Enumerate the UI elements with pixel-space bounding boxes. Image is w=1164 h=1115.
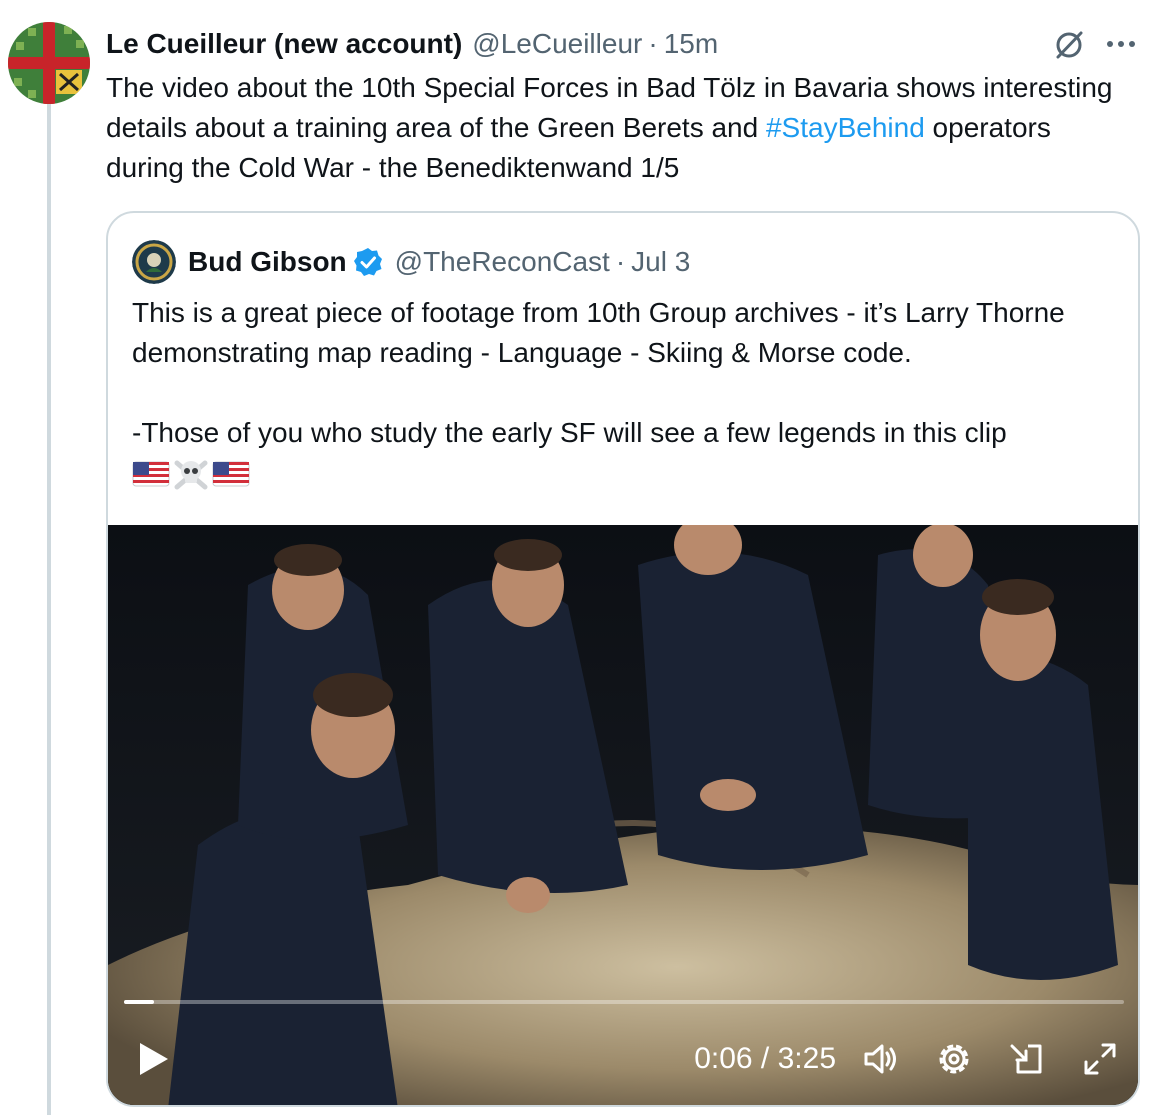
video-time-readout: 0:06 / 3:25 (694, 1037, 836, 1081)
pip-icon[interactable] (1006, 1039, 1046, 1079)
quote-author-name[interactable]: Bud Gibson (188, 246, 347, 278)
video-player[interactable]: 0:06 / 3:25 (108, 525, 1138, 1105)
play-icon[interactable] (130, 1037, 174, 1081)
quote-separator-dot: · (615, 246, 626, 277)
video-progress-bar[interactable] (124, 1000, 1124, 1004)
author-name[interactable]: Le Cueilleur (new account) (106, 28, 462, 60)
hashtag-link[interactable]: #StayBehind (766, 112, 925, 143)
author-handle[interactable]: @LeCueilleur (472, 28, 642, 60)
more-icon[interactable] (1104, 32, 1138, 56)
skull-crossbones-icon (174, 460, 208, 490)
separator-dot: · (648, 28, 658, 59)
settings-icon[interactable] (934, 1039, 974, 1079)
grok-icon[interactable] (1052, 28, 1086, 62)
author-avatar[interactable] (8, 22, 90, 104)
quote-header: Bud Gibson @TheReconCast · Jul 3 (132, 240, 690, 284)
video-progress-fill (124, 1000, 154, 1004)
tweet-text: The video about the 10th Special Forces … (106, 68, 1136, 188)
video-frame (108, 525, 1138, 1105)
volume-icon[interactable] (860, 1039, 900, 1079)
quote-author-avatar[interactable] (132, 240, 176, 284)
quoted-tweet[interactable]: Bud Gibson @TheReconCast · Jul 3 This is… (106, 211, 1140, 1107)
current-time: 0:06 (694, 1042, 753, 1075)
quote-author-handle[interactable]: @TheReconCast (395, 246, 610, 278)
emoji-row (132, 457, 250, 491)
duration: 3:25 (777, 1042, 836, 1075)
verified-badge-icon (353, 248, 382, 276)
quote-text: This is a great piece of footage from 10… (132, 297, 1065, 448)
fullscreen-icon[interactable] (1080, 1039, 1120, 1079)
us-flag-icon (212, 461, 250, 487)
thread-line (47, 104, 51, 1115)
time-separator: / (752, 1042, 778, 1075)
quote-timestamp[interactable]: Jul 3 (631, 246, 690, 278)
us-flag-icon (132, 461, 170, 487)
tweet-header: Le Cueilleur (new account) @LeCueilleur … (106, 26, 718, 62)
tweet-timestamp[interactable]: 15m (664, 28, 718, 60)
